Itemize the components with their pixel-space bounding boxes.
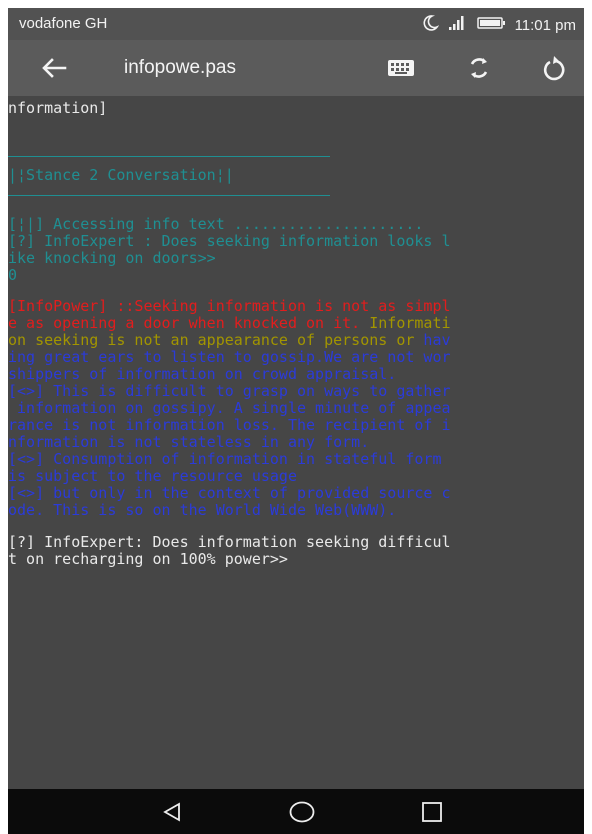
navigation-bar xyxy=(8,789,584,834)
terminal-line: [<>] Consumption of information in state… xyxy=(8,450,442,468)
nav-back-icon[interactable] xyxy=(157,798,187,826)
terminal-line: shippers of information on crowd apprais… xyxy=(8,365,397,383)
file-title: infopowe.pas xyxy=(124,57,236,78)
divider xyxy=(8,195,330,196)
terminal-line: rance is not information loss. The recip… xyxy=(8,416,451,434)
section-title: |¦Stance 2 Conversation¦| xyxy=(8,166,234,184)
keyboard-icon[interactable] xyxy=(385,52,417,84)
battery-icon xyxy=(476,16,507,34)
clock: 11:01 pm xyxy=(514,16,576,34)
terminal-line: ode. This is so on the World Wide Web(WW… xyxy=(8,501,397,519)
terminal-line: nformation] xyxy=(8,99,108,117)
terminal-line: [¦|] Accessing info text ...............… xyxy=(8,215,424,233)
terminal-line: 0 xyxy=(8,266,18,284)
nav-home-icon[interactable] xyxy=(287,798,317,826)
moon-icon xyxy=(421,14,439,36)
terminal-line: is subject to the resource usage xyxy=(8,467,297,485)
app-bar: infopowe.pas xyxy=(8,40,584,96)
signal-icon xyxy=(447,15,469,35)
carrier-name: vodafone GH xyxy=(19,15,108,32)
terminal-line: [<>] This is difficult to grasp on ways … xyxy=(8,382,451,400)
status-bar: vodafone GH 11:01 pm xyxy=(8,8,584,40)
terminal-line: nformation is not stateless in any form. xyxy=(8,433,370,451)
refresh-icon[interactable] xyxy=(539,52,571,84)
terminal-line: ike knocking on doors>> xyxy=(8,249,216,267)
sync-icon[interactable] xyxy=(463,52,495,84)
terminal-line: on seeking is not an appearance of perso… xyxy=(8,331,451,349)
terminal-line: [?] InfoExpert: Does information seeking… xyxy=(8,533,451,551)
terminal-output[interactable]: nformation] |¦Stance 2 Conversation¦| [¦… xyxy=(8,96,584,789)
back-arrow-icon[interactable] xyxy=(38,52,70,84)
nav-recents-icon[interactable] xyxy=(417,798,447,826)
terminal-line: information on gossipy. A single minute … xyxy=(8,399,451,417)
terminal-line: [InfoPower] ::Seeking information is not… xyxy=(8,297,451,315)
terminal-line: t on recharging on 100% power>> xyxy=(8,550,288,568)
terminal-line: [<>] but only in the context of provided… xyxy=(8,484,451,502)
terminal-line: ing great ears to listen to gossip.We ar… xyxy=(8,348,451,366)
terminal-line: [?] InfoExpert : Does seeking informatio… xyxy=(8,232,451,250)
divider xyxy=(8,156,330,157)
terminal-line: e as opening a door when knocked on it. … xyxy=(8,314,451,332)
phone-screen: vodafone GH 11:01 pm infopowe.pas nforma… xyxy=(8,8,584,834)
